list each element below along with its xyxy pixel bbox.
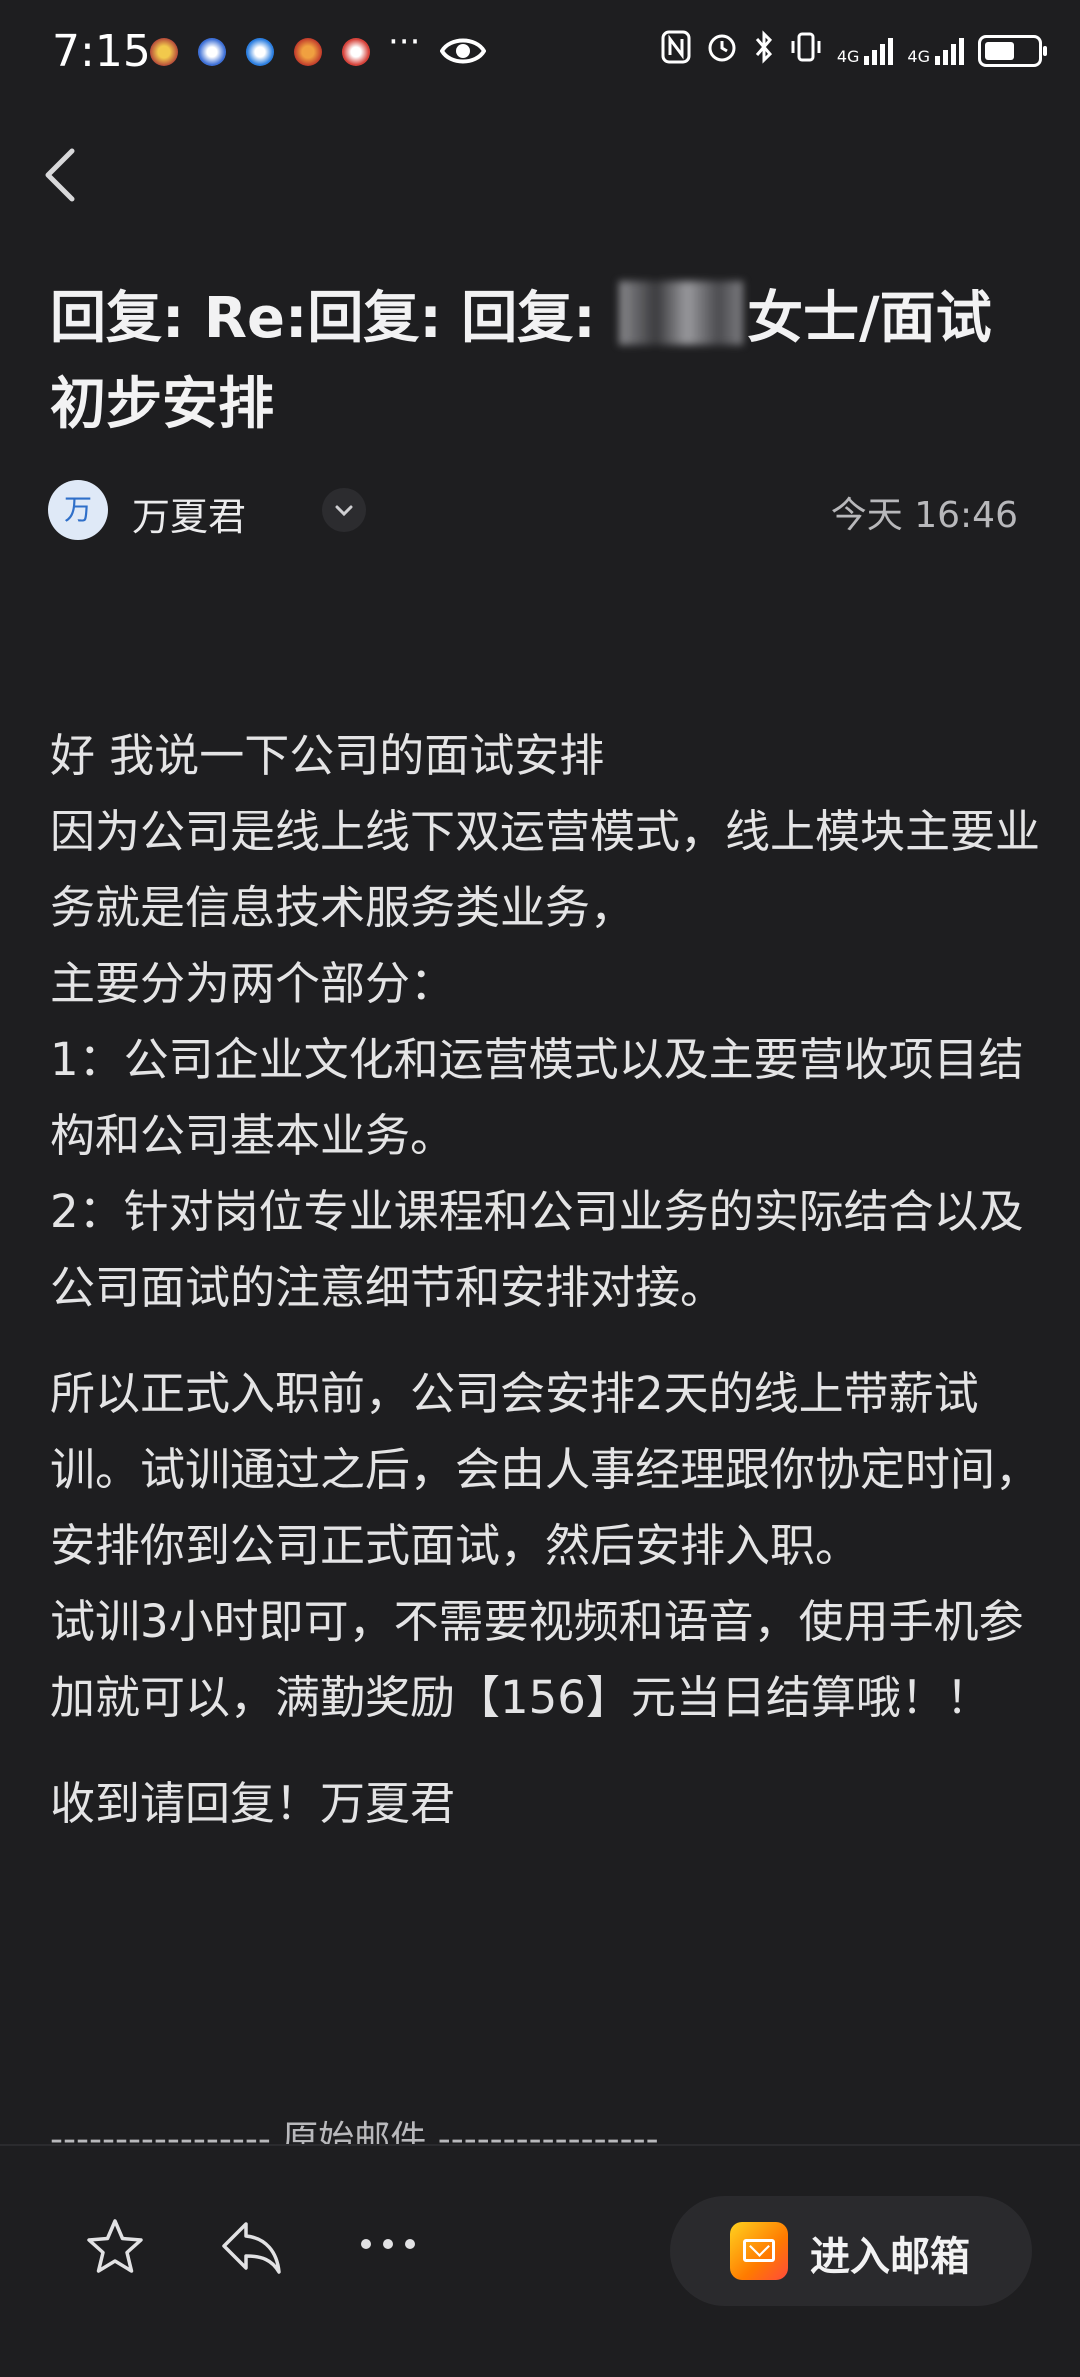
notification-app-icon [198,38,226,66]
body-paragraph: 1：公司企业文化和运营模式以及主要营收项目结构和公司基本业务。 [50,1033,1024,1162]
notification-app-icon [342,38,370,66]
notification-app-icon [150,38,178,66]
sender-row: 万 万夏君 今天 16:46 [48,478,1048,542]
body-paragraph: 收到请回复！万夏君 [50,1777,456,1830]
bluetooth-icon [753,30,775,71]
star-icon[interactable] [84,2216,146,2282]
open-mailbox-button[interactable]: 进入邮箱 [670,2196,1032,2306]
notification-app-icon [246,38,274,66]
body-paragraph: 2：针对岗位专业课程和公司业务的实际结合以及公司面试的注意细节和安排对接。 [50,1185,1024,1314]
chevron-left-icon [45,148,75,202]
chevron-down-icon [335,505,353,517]
vibrate-icon [789,30,823,71]
body-paragraph: 主要分为两个部分： [50,957,456,1010]
body-paragraph: 好 我说一下公司的面试安排 [50,729,605,782]
status-time: 7:15 [52,26,151,77]
bottom-action-bar: 进入邮箱 [0,2144,1080,2377]
email-date: 今天 16:46 [830,495,1018,536]
subject-prefix: 回复: Re:回复: 回复: [50,286,596,351]
sender-name[interactable]: 万夏君 [132,486,246,541]
system-icons: 4G 4G [661,30,1047,71]
signal-icon-1: 4G [837,36,894,66]
network-type-label: 4G [907,46,930,66]
body-paragraph: 因为公司是线上线下双运营模式，线上模块主要业务就是信息技术服务类业务， [50,805,1041,934]
email-subject: 回复: Re:回复: 回复: 女士/面试初步安排 [50,276,1030,448]
expand-details-button[interactable] [322,488,366,532]
battery-icon [978,34,1047,67]
network-type-label: 4G [836,46,860,66]
open-mailbox-label: 进入邮箱 [810,2234,970,2280]
eye-icon [439,34,487,72]
status-bar: 7:15 ··· 4G 4G [0,0,1080,110]
email-body: 好 我说一下公司的面试安排 因为公司是线上线下双运营模式，线上模块主要业务就是信… [50,718,1040,1842]
signal-icon-2: 4G [907,36,964,66]
avatar[interactable]: 万 [48,480,108,540]
redacted-name [619,281,744,345]
more-icon[interactable] [358,2234,418,2258]
body-paragraph: 所以正式入职前，公司会安排2天的线上带薪试训。试训通过之后，会由人事经理跟你协定… [50,1367,1041,1572]
notification-app-icon [294,38,322,66]
mail-app-icon [730,2222,788,2280]
alarm-icon [705,30,739,71]
more-notifications-icon: ··· [388,22,421,62]
reply-icon[interactable] [218,2216,284,2282]
nfc-icon [661,30,691,71]
back-button[interactable] [38,145,82,205]
body-paragraph: 试训3小时即可，不需要视频和语音，使用手机参加就可以，满勤奖励【156】元当日结… [50,1595,1024,1724]
